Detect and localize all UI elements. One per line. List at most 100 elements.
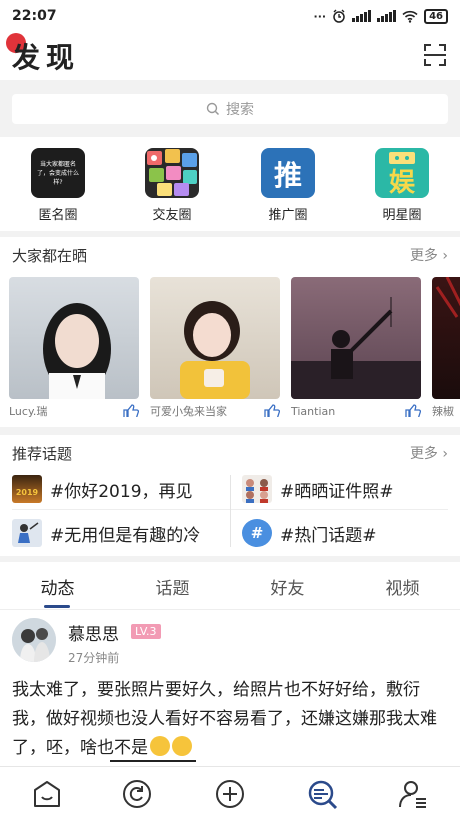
- topics-header: 推荐话题 更多 ›: [0, 435, 460, 471]
- showcase-cards: Lucy.瑞 可爱小兔来当家 Tiantian 辣椒: [9, 277, 460, 417]
- feed-tabs: 动态 话题 好友 视频: [0, 562, 460, 610]
- more-label: 更多: [409, 248, 438, 264]
- refresh-circle-icon[interactable]: [120, 777, 154, 811]
- like-icon[interactable]: [405, 403, 421, 418]
- hashtag-icon: #: [242, 519, 272, 547]
- topics-section: 推荐话题 更多 › 2019 #你好2019，再见 #晒晒证件照# #无用但是有…: [0, 435, 460, 556]
- card-photo: [150, 277, 280, 399]
- card-photo: [9, 277, 139, 399]
- status-bar: 22:07 ··· 46: [0, 0, 460, 32]
- showcase-header: 大家都在晒 更多 ›: [0, 237, 460, 273]
- battery-icon: 46: [424, 8, 448, 24]
- circle-dating[interactable]: 交友圈: [134, 148, 210, 223]
- topic-item[interactable]: # #热门话题#: [242, 515, 377, 551]
- topic-label: #无用但是有趣的冷: [50, 525, 201, 546]
- showcase-card[interactable]: 可爱小兔来当家: [150, 277, 280, 417]
- header: 发现: [0, 32, 460, 80]
- showcase-card[interactable]: Tiantian: [291, 277, 421, 417]
- alarm-icon: [333, 9, 345, 23]
- circle-label: 推广圈: [268, 208, 308, 223]
- anonymous-circle-icon: 当大家都匿名了，会变成什么样?: [31, 148, 85, 198]
- add-icon[interactable]: [213, 777, 247, 811]
- level-badge: LV.3: [131, 624, 161, 639]
- like-icon[interactable]: [123, 403, 139, 418]
- tab-videos[interactable]: 视频: [345, 574, 460, 599]
- circle-label: 交友圈: [152, 208, 192, 223]
- chevron-right-icon: ›: [437, 446, 448, 462]
- card-meta: Lucy.瑞: [9, 399, 139, 417]
- circle-label: 明星圈: [382, 208, 422, 223]
- discover-icon[interactable]: [305, 777, 339, 811]
- signal-icon-2: [377, 10, 397, 22]
- topic-thumb: [242, 475, 272, 503]
- showcase-more-link[interactable]: 更多 ›: [410, 245, 448, 265]
- card-user: 辣椒: [432, 405, 454, 417]
- anonymous-icon-text: 当大家都匿名了，会变成什么样?: [36, 161, 79, 186]
- chevron-right-icon: ›: [437, 248, 448, 264]
- search-placeholder: 搜索: [226, 102, 254, 118]
- promotion-icon-text: 推: [273, 159, 302, 192]
- status-icons: ··· 46: [313, 8, 448, 24]
- circle-promotion[interactable]: 推 推广圈: [250, 148, 326, 223]
- tab-dynamic[interactable]: 动态: [0, 574, 115, 599]
- home-icon[interactable]: [30, 777, 64, 811]
- topic-thumb-text: 2019: [15, 488, 39, 497]
- post-text: 我太难了，要张照片要好久，给照片也不好好给，敷衍我，做好视频也没人看好不容易看了…: [12, 680, 437, 758]
- search-icon: [206, 102, 220, 116]
- emoji-icon: [150, 736, 170, 756]
- circle-anonymous[interactable]: 当大家都匿名了，会变成什么样? 匿名圈: [20, 148, 96, 223]
- bottom-nav: [0, 766, 460, 818]
- circles-row: 当大家都匿名了，会变成什么样? 匿名圈 交友圈 推 推广圈 娱 明星圈: [0, 137, 460, 231]
- topic-divider-v: [230, 475, 231, 547]
- avatar[interactable]: [12, 618, 56, 662]
- topics-title: 推荐话题: [12, 444, 73, 463]
- topic-item[interactable]: 2019 #你好2019，再见: [12, 471, 193, 507]
- status-time: 22:07: [12, 8, 57, 24]
- card-meta: Tiantian: [291, 399, 421, 417]
- topics-more-link[interactable]: 更多 ›: [410, 443, 448, 463]
- showcase-card[interactable]: Lucy.瑞: [9, 277, 139, 417]
- card-meta: 辣椒: [432, 399, 460, 417]
- more-label: 更多: [409, 446, 438, 462]
- circle-label: 匿名圈: [38, 208, 78, 223]
- more-dots-icon: ···: [313, 9, 327, 23]
- wifi-icon: [402, 10, 418, 23]
- card-meta: 可爱小兔来当家: [150, 399, 280, 417]
- card-user: Tiantian: [291, 404, 336, 418]
- topic-item[interactable]: #无用但是有趣的冷: [12, 515, 200, 551]
- like-icon[interactable]: [264, 403, 280, 418]
- dating-circle-icon: [145, 148, 199, 198]
- topic-label: #热门话题#: [280, 525, 377, 546]
- showcase-section: 大家都在晒 更多 › Lucy.瑞 可爱小兔来当家 Tiantian 辣椒: [0, 237, 460, 427]
- scan-icon[interactable]: [422, 42, 448, 68]
- topic-thumb: [12, 519, 42, 547]
- card-photo: [432, 277, 460, 399]
- circle-celebrity[interactable]: 娱 明星圈: [364, 148, 440, 223]
- emoji-icon: [172, 736, 192, 756]
- feed-post[interactable]: 慕思思 LV.3 27分钟前 我太难了，要张照片要好久，给照片也不好好给，敷衍我…: [0, 610, 460, 766]
- signal-icon: [352, 10, 372, 22]
- card-photo: [291, 277, 421, 399]
- scroll-indicator: [110, 760, 196, 762]
- active-tab-indicator: [44, 605, 70, 608]
- post-body: 我太难了，要张照片要好久，给照片也不好好给，敷衍我，做好视频也没人看好不容易看了…: [12, 676, 450, 763]
- topic-label: #你好2019，再见: [50, 481, 193, 502]
- search-area: 搜索: [0, 80, 460, 136]
- profile-icon[interactable]: [396, 777, 430, 811]
- topics-list: 2019 #你好2019，再见 #晒晒证件照# #无用但是有趣的冷 # #热门话…: [0, 471, 460, 551]
- showcase-card[interactable]: 辣椒: [432, 277, 460, 417]
- celebrity-circle-icon: 娱: [375, 148, 429, 198]
- topic-label: #晒晒证件照#: [280, 481, 394, 502]
- card-user: 可爱小兔来当家: [150, 405, 227, 417]
- tab-friends[interactable]: 好友: [230, 574, 345, 599]
- tab-topics[interactable]: 话题: [115, 574, 230, 599]
- card-user: Lucy.瑞: [9, 405, 48, 417]
- post-time: 27分钟前: [68, 651, 120, 665]
- celebrity-icon-text: 娱: [388, 168, 415, 198]
- post-author[interactable]: 慕思思: [68, 620, 119, 645]
- topic-thumb-text: #: [250, 524, 264, 542]
- search-input[interactable]: 搜索: [12, 94, 448, 124]
- showcase-title: 大家都在晒: [12, 246, 88, 265]
- topic-item[interactable]: #晒晒证件照#: [242, 471, 394, 507]
- page-title: 发现: [12, 41, 81, 74]
